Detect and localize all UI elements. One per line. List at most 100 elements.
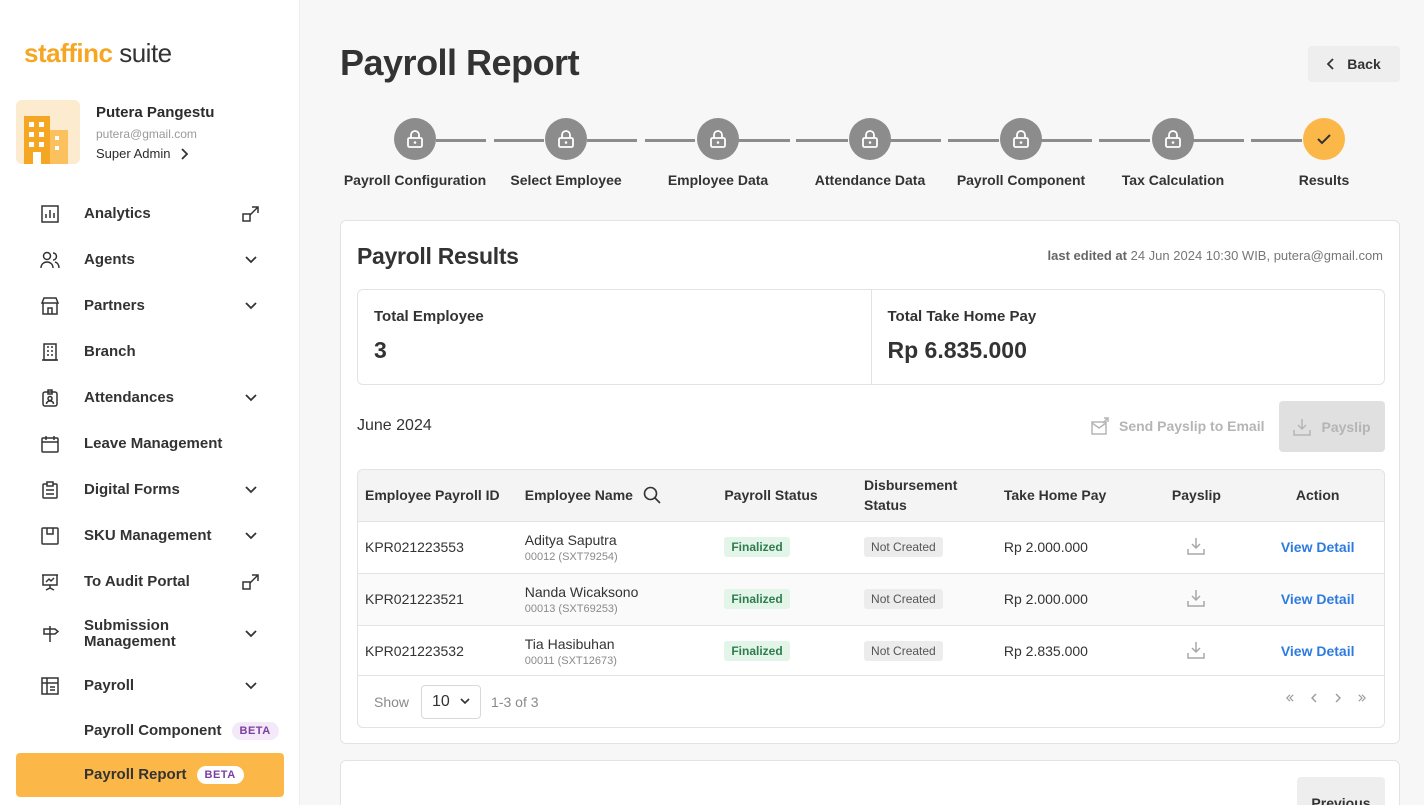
sidebar-item-label: To Audit Portal [84, 573, 190, 590]
step-label: Results [1298, 172, 1350, 188]
sidebar-item-branch[interactable]: Branch [16, 329, 284, 375]
download-icon[interactable] [1187, 537, 1206, 555]
app-logo[interactable]: staffinc suite [24, 38, 172, 69]
logo-suite: suite [119, 38, 172, 68]
employee-name: Aditya Saputra [524, 531, 617, 548]
sidebar-subitem-label: Payroll Report [84, 766, 187, 783]
chevron-down-icon [242, 527, 260, 545]
employee-name: Tia Hasibuhan [524, 635, 615, 652]
calendar-icon [40, 434, 60, 454]
sidebar-item-to-audit-portal[interactable]: To Audit Portal [16, 559, 284, 605]
building-avatar-icon [24, 116, 68, 164]
total-take-home-pay-stat: Total Take Home Pay Rp 6.835.000 [870, 290, 1385, 384]
page-size-select[interactable]: 10 [421, 684, 482, 719]
col-employee-payroll-id: Employee Payroll ID [365, 487, 500, 504]
sidebar-item-label: Digital Forms [84, 481, 180, 498]
beta-badge: BETA [231, 722, 279, 740]
user-role-link[interactable]: Super Admin [96, 146, 189, 161]
bar-chart-icon [40, 204, 60, 224]
back-button-label: Back [1347, 56, 1381, 72]
view-detail-link[interactable]: View Detail [1281, 539, 1355, 555]
next-page-icon[interactable] [1334, 693, 1342, 703]
cell-payroll-status: Finalized [717, 521, 857, 573]
store-icon [40, 296, 60, 316]
first-page-icon[interactable] [1286, 693, 1294, 703]
chevron-down-icon [242, 251, 260, 269]
chevron-down-icon [242, 389, 260, 407]
chevron-right-icon [181, 147, 189, 160]
download-icon [1293, 418, 1312, 436]
badge-icon [40, 388, 60, 408]
pagination: Show 10 1-3 of 3 [358, 675, 1384, 727]
sidebar-subitem-payroll-component[interactable]: Payroll Component BETA [16, 709, 284, 753]
step-payroll-configuration: Payroll Configuration [340, 118, 490, 188]
page-size-value: 10 [432, 692, 450, 710]
cell-disbursement-status: Not Created [857, 521, 997, 573]
building-icon [40, 342, 60, 362]
chevron-down-icon [460, 698, 470, 705]
pager-nav [1286, 693, 1366, 703]
sidebar-item-analytics[interactable]: Analytics [16, 191, 284, 237]
sidebar-subitem-payroll-report[interactable]: Payroll Report BETA [16, 753, 284, 797]
step-attendance-data: Attendance Data [795, 118, 945, 188]
last-edited-label: last edited at [1047, 248, 1127, 263]
sidebar-item-leave-management[interactable]: Leave Management [16, 421, 284, 467]
payslip-download-button[interactable]: Payslip [1279, 401, 1385, 452]
table-row: KPR021223532 Tia Hasibuhan 00011 (SXT126… [358, 625, 1384, 677]
status-badge: Not Created [864, 641, 943, 662]
cell-employee-name: Tia Hasibuhan 00011 (SXT12673) [518, 625, 718, 677]
send-payslip-email-button[interactable]: Send Payslip to Email [1091, 417, 1265, 435]
sidebar-item-agents[interactable]: Agents [16, 237, 284, 283]
chevron-down-icon [242, 677, 260, 695]
employee-code: 00011 (SXT12673) [524, 654, 617, 667]
step-tax-calculation: Tax Calculation [1098, 118, 1248, 188]
view-detail-link[interactable]: View Detail [1281, 643, 1355, 659]
sidebar-item-partners[interactable]: Partners [16, 283, 284, 329]
external-link-icon [242, 573, 260, 591]
cell-payslip [1142, 521, 1252, 573]
status-badge: Finalized [724, 589, 790, 609]
avatar [16, 100, 80, 164]
sidebar-item-sku-management[interactable]: SKU Management [16, 513, 284, 559]
sidebar-item-digital-forms[interactable]: Digital Forms [16, 467, 284, 513]
lock-icon [1152, 118, 1194, 160]
back-button[interactable]: Back [1308, 46, 1400, 82]
page-title: Payroll Report [340, 42, 580, 83]
send-email-label: Send Payslip to Email [1119, 418, 1265, 434]
last-page-icon[interactable] [1358, 693, 1366, 703]
period-label: June 2024 [357, 417, 432, 434]
step-results: Results [1249, 118, 1399, 188]
col-disbursement-label-2: Status [864, 497, 907, 514]
payroll-results-card: Payroll Results last edited at 24 Jun 20… [340, 220, 1400, 744]
cell-payslip [1142, 625, 1252, 677]
cell-action: View Detail [1251, 625, 1384, 677]
cell-action: View Detail [1251, 521, 1384, 573]
col-action: Action [1295, 487, 1340, 504]
view-detail-link[interactable]: View Detail [1281, 591, 1355, 607]
sidebar-item-attendances[interactable]: Attendances [16, 375, 284, 421]
sidebar-item-label: Payroll [84, 677, 135, 694]
search-icon[interactable] [643, 486, 661, 504]
signpost-icon [40, 624, 60, 644]
user-name: Putera Pangestu [96, 104, 215, 121]
step-label: Payroll Component [956, 172, 1086, 188]
user-role: Super Admin [96, 146, 171, 161]
sidebar-item-submission-management[interactable]: Submission Management [16, 605, 284, 663]
download-icon[interactable] [1187, 641, 1206, 659]
user-profile[interactable]: Putera Pangestu putera@gmail.com Super A… [16, 100, 286, 164]
cell-take-home-pay: Rp 2.000.000 [1003, 591, 1088, 607]
download-icon[interactable] [1187, 589, 1206, 607]
prev-page-icon[interactable] [1310, 693, 1318, 703]
last-edited-value: 24 Jun 2024 10:30 WIB, putera@gmail.com [1130, 248, 1383, 263]
previous-button[interactable]: Previous [1297, 777, 1385, 805]
sidebar-item-payroll[interactable]: Payroll [16, 663, 284, 709]
employee-name: Nanda Wicaksono [524, 583, 639, 600]
table-row: KPR021223521 Nanda Wicaksono 00013 (SXT6… [358, 573, 1384, 625]
col-take-home-pay: Take Home Pay [1003, 487, 1107, 504]
show-label: Show [374, 693, 410, 710]
logo-brand: staffinc [24, 38, 113, 68]
cell-payslip [1142, 573, 1252, 625]
sidebar-subitem-label: Payroll Component [84, 722, 222, 739]
sidebar-item-label: Leave Management [84, 435, 223, 452]
col-disbursement-label-1: Disbursement [864, 477, 958, 494]
